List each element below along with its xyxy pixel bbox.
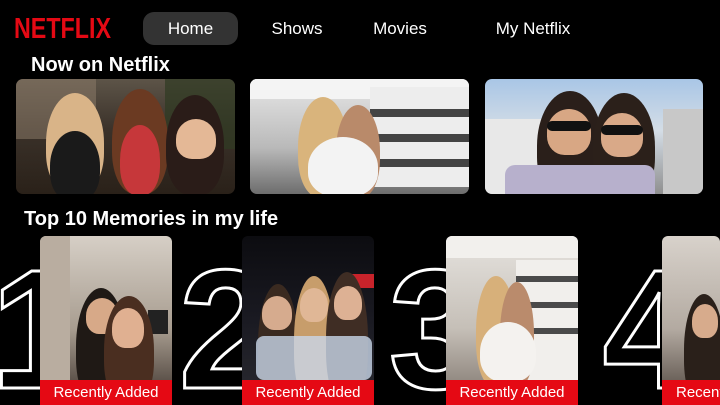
recently-added-badge: Recently Added bbox=[242, 380, 374, 405]
top10-poster-1[interactable]: Recently Added bbox=[40, 236, 172, 405]
now-on-netflix-title: Now on Netflix bbox=[31, 54, 170, 76]
now-on-tile-3[interactable] bbox=[485, 79, 703, 194]
recently-added-badge: Recently Added bbox=[40, 380, 172, 405]
now-on-tile-1[interactable] bbox=[16, 79, 235, 194]
top10-poster-2[interactable]: Recently Added bbox=[242, 236, 374, 405]
now-on-tile-2[interactable] bbox=[250, 79, 469, 194]
nav-tab-home[interactable]: Home bbox=[143, 12, 238, 45]
nav-tab-shows[interactable]: Shows bbox=[262, 12, 332, 45]
nav-tab-my-netflix[interactable]: My Netflix bbox=[484, 12, 582, 45]
top10-poster-3[interactable]: Recently Added bbox=[446, 236, 578, 405]
top10-poster-4[interactable]: Recently Added bbox=[662, 236, 720, 405]
photo-three-friends-hugging bbox=[16, 79, 235, 194]
nav-tab-movies[interactable]: Movies bbox=[364, 12, 436, 45]
photo-two-friends-sunglasses-marina bbox=[485, 79, 703, 194]
recently-added-badge: Recently Added bbox=[662, 380, 720, 405]
recently-added-badge: Recently Added bbox=[446, 380, 578, 405]
photo-two-friends-on-yacht bbox=[250, 79, 469, 194]
top-nav: Home Shows Movies My Netflix bbox=[0, 12, 720, 45]
top10-title: Top 10 Memories in my life bbox=[24, 208, 279, 230]
